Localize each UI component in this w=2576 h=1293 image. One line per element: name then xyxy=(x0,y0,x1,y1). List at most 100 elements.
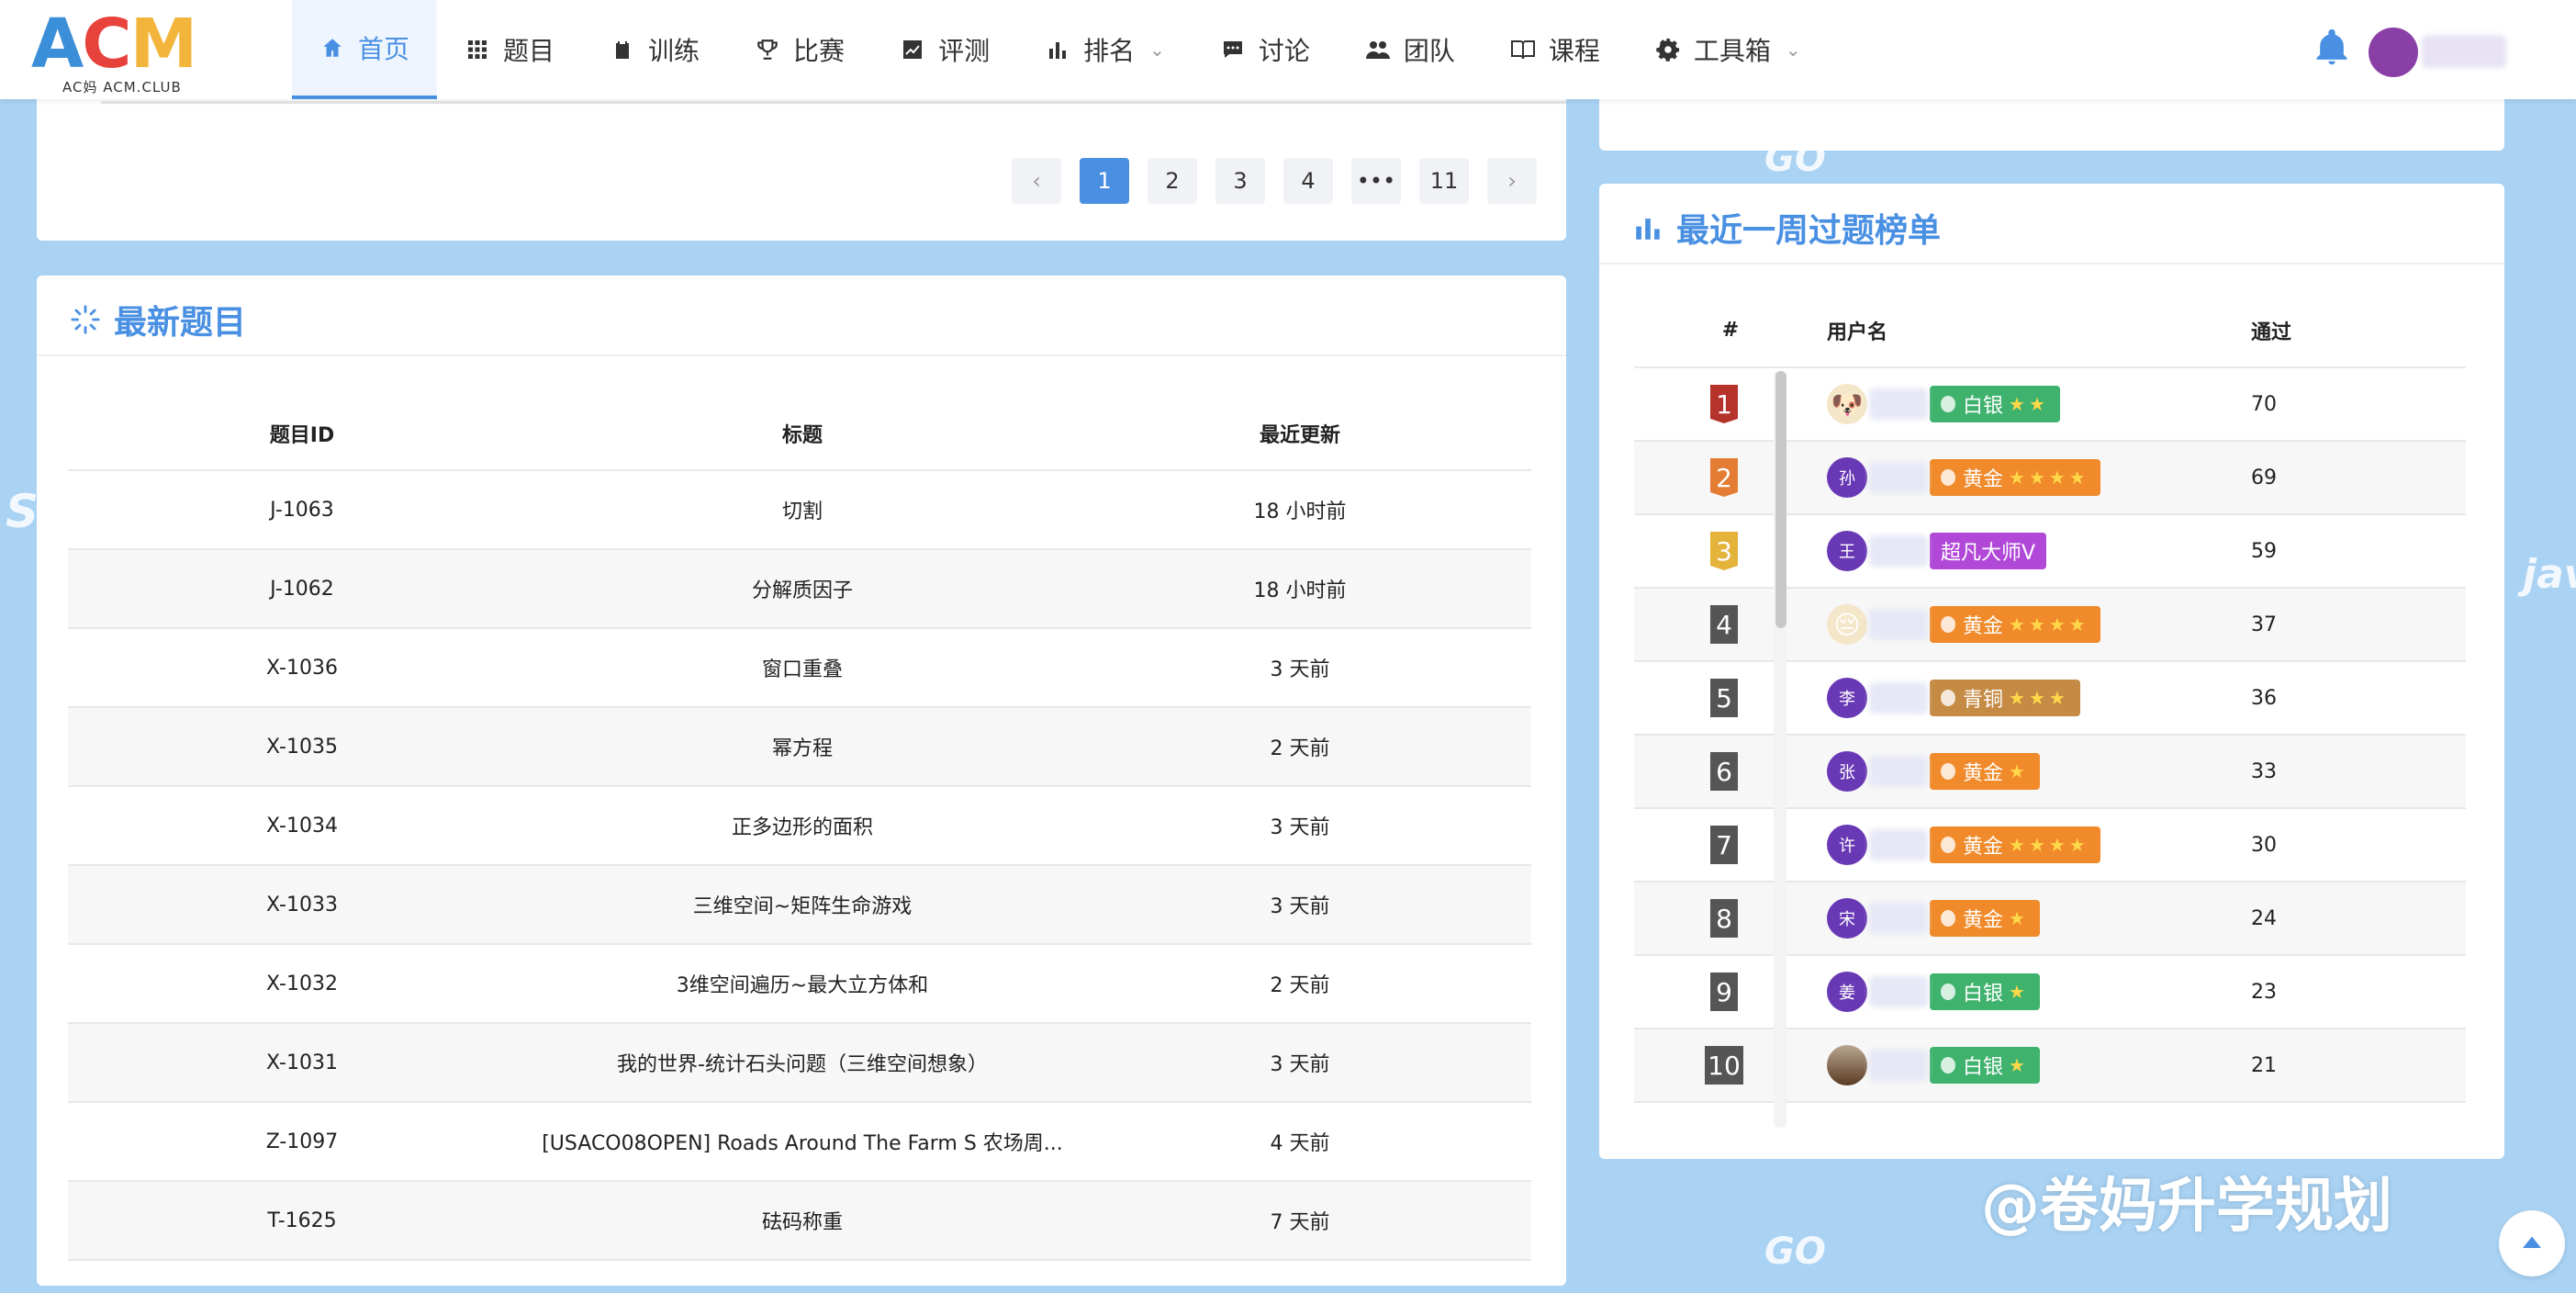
page-button[interactable]: 3 xyxy=(1215,158,1265,204)
star-icon: ★★ xyxy=(2009,393,2049,415)
back-to-top-button[interactable] xyxy=(2499,1210,2565,1276)
gear-icon xyxy=(1655,37,1681,62)
logo[interactable]: ACM AC妈 ACM.CLUB xyxy=(31,7,215,96)
nav-item-3[interactable]: 比赛 xyxy=(727,0,872,99)
username-redacted xyxy=(1869,535,1928,567)
nav-item-8[interactable]: 课程 xyxy=(1483,0,1628,99)
username-cell[interactable]: 王 超凡大师Ⅴ xyxy=(1814,514,2251,589)
username-cell[interactable]: 姜 白银 ★ xyxy=(1814,955,2251,1029)
page-button[interactable]: 4 xyxy=(1283,158,1333,204)
user-avatar[interactable] xyxy=(2369,28,2418,77)
problem-title[interactable]: 3维空间遍历~最大立方体和 xyxy=(536,944,1069,1024)
table-row[interactable]: X-1032 3维空间遍历~最大立方体和 2 天前 xyxy=(68,944,1531,1024)
problem-id: J-1062 xyxy=(68,549,536,629)
scrollbar-thumb[interactable] xyxy=(1775,371,1786,628)
table-row[interactable]: 8 宋 黄金 ★ 24 xyxy=(1634,882,2466,956)
problem-title[interactable]: 砝码称重 xyxy=(536,1181,1069,1261)
table-row[interactable]: 4 😔 黄金 ★★★★ 37 xyxy=(1634,588,2466,662)
column-header-updated: 最近更新 xyxy=(1069,397,1531,471)
username-redacted xyxy=(1869,976,1928,1007)
spinner-icon xyxy=(71,305,100,334)
problem-title[interactable]: 切割 xyxy=(536,470,1069,550)
problem-title[interactable]: 我的世界-统计石头问题（三维空间想象） xyxy=(536,1023,1069,1103)
rank-badge: 白银 ★★ xyxy=(1930,386,2060,422)
prev-page-button[interactable]: ‹ xyxy=(1012,158,1061,204)
problem-title[interactable]: 分解质因子 xyxy=(536,549,1069,629)
table-row[interactable]: 7 许 黄金 ★★★★ 30 xyxy=(1634,808,2466,883)
star-icon: ★ xyxy=(2009,1054,2029,1076)
table-row[interactable]: X-1031 我的世界-统计石头问题（三维空间想象） 3 天前 xyxy=(68,1023,1531,1103)
problem-title[interactable]: 正多边形的面积 xyxy=(536,786,1069,866)
table-row[interactable]: 10 白银 ★ 21 xyxy=(1634,1029,2466,1103)
problem-title[interactable]: 幂方程 xyxy=(536,707,1069,787)
nav-item-0[interactable]: 首页 xyxy=(292,0,438,99)
table-row[interactable]: X-1036 窗口重叠 3 天前 xyxy=(68,628,1531,708)
rank-number: 4 xyxy=(1710,605,1738,644)
table-row[interactable]: 6 张 黄金 ★ 33 xyxy=(1634,735,2466,809)
username-cell[interactable]: 白银 ★ xyxy=(1814,1029,2251,1103)
nav-item-1[interactable]: 题目 xyxy=(437,0,582,99)
problem-id: T-1625 xyxy=(68,1181,536,1261)
nav-item-label: 首页 xyxy=(358,34,410,64)
table-row[interactable]: T-1625 砝码称重 7 天前 xyxy=(68,1181,1531,1261)
page-button[interactable]: 11 xyxy=(1419,158,1469,204)
username-cell[interactable]: 许 黄金 ★★★★ xyxy=(1814,808,2251,883)
nav-item-label: 课程 xyxy=(1548,36,1600,66)
nav-item-5[interactable]: 排名 ⌄ xyxy=(1017,0,1193,99)
username-cell[interactable]: 张 黄金 ★ xyxy=(1814,735,2251,809)
username-cell[interactable]: 李 青铜 ★★★ xyxy=(1814,661,2251,736)
page-button[interactable]: 2 xyxy=(1148,158,1197,204)
medal-icon xyxy=(1941,984,1955,1000)
table-row[interactable]: J-1063 切割 18 小时前 xyxy=(68,470,1531,550)
page-button[interactable]: ••• xyxy=(1351,158,1401,204)
table-row[interactable]: 3 王 超凡大师Ⅴ 59 xyxy=(1634,514,2466,589)
weekly-ranking-table: # 用户名 通过 1 🐶 白银 ★★ 70 2 孙黄金 ★★★★ 69 3 王超凡大师Ⅴ 59 4 😔 黄金… xyxy=(1634,294,2466,1103)
passed-count: 37 xyxy=(2251,588,2466,662)
page-button[interactable]: 1 xyxy=(1080,158,1129,204)
table-row[interactable]: 2 孙 黄金 ★★★★ 69 xyxy=(1634,441,2466,515)
latest-problems-panel: 最新题目 题目ID 标题 最近更新 J-1063 切割 18 小时前 J-1062 分解… xyxy=(37,275,1566,1286)
bar-chart-icon xyxy=(1045,37,1070,62)
problem-title[interactable]: 三维空间~矩阵生命游戏 xyxy=(536,865,1069,945)
table-row[interactable]: 1 🐶 白银 ★★ 70 xyxy=(1634,367,2466,442)
badge-label: 超凡大师Ⅴ xyxy=(1941,542,2036,565)
nav-item-label: 团队 xyxy=(1403,36,1455,66)
passed-count: 33 xyxy=(2251,735,2466,809)
passed-count: 69 xyxy=(2251,441,2466,515)
username-redacted xyxy=(1869,609,1928,640)
username-cell[interactable]: 孙 黄金 ★★★★ xyxy=(1814,441,2251,515)
table-row[interactable]: X-1034 正多边形的面积 3 天前 xyxy=(68,786,1531,866)
username-cell[interactable]: 🐶 白银 ★★ xyxy=(1814,367,2251,442)
table-row[interactable]: X-1035 幂方程 2 天前 xyxy=(68,707,1531,787)
column-header-username: 用户名 xyxy=(1814,294,2251,368)
table-row[interactable]: Z-1097 [USACO08OPEN] Roads Around The Far… xyxy=(68,1102,1531,1182)
problem-title[interactable]: [USACO08OPEN] Roads Around The Farm S 农场… xyxy=(536,1102,1069,1182)
rank-cell: 10 xyxy=(1634,1029,1814,1103)
problem-updated: 3 天前 xyxy=(1069,865,1531,945)
table-row[interactable]: 9 姜 白银 ★ 23 xyxy=(1634,955,2466,1029)
rank-cell: 2 xyxy=(1634,441,1814,515)
table-row[interactable]: J-1062 分解质因子 18 小时前 xyxy=(68,549,1531,629)
table-row[interactable]: 5 李 青铜 ★★★ 36 xyxy=(1634,661,2466,736)
bell-icon[interactable] xyxy=(2312,28,2352,68)
passed-count: 24 xyxy=(2251,882,2466,956)
rank-badge: 青铜 ★★★ xyxy=(1930,680,2080,716)
table-row[interactable]: X-1033 三维空间~矩阵生命游戏 3 天前 xyxy=(68,865,1531,945)
nav-item-9[interactable]: 工具箱 ⌄ xyxy=(1628,0,1829,99)
next-page-button[interactable]: › xyxy=(1487,158,1537,204)
pagination: ‹ 1 2 3 4 ••• 11 › xyxy=(1012,158,1537,204)
problem-updated: 2 天前 xyxy=(1069,944,1531,1024)
arrow-up-icon xyxy=(2523,1236,2541,1248)
nav-item-4[interactable]: 评测 xyxy=(872,0,1017,99)
avatar xyxy=(1827,1045,1867,1085)
nav-item-6[interactable]: 讨论 xyxy=(1193,0,1338,99)
problem-title[interactable]: 窗口重叠 xyxy=(536,628,1069,708)
column-header-passed: 通过 xyxy=(2251,294,2466,368)
nav-item-7[interactable]: 团队 xyxy=(1338,0,1483,99)
username-menu[interactable] xyxy=(2422,35,2506,68)
passed-count: 59 xyxy=(2251,514,2466,589)
nav-item-2[interactable]: 训练 xyxy=(582,0,727,99)
username-cell[interactable]: 宋 黄金 ★ xyxy=(1814,882,2251,956)
username-cell[interactable]: 😔 黄金 ★★★★ xyxy=(1814,588,2251,662)
problem-updated: 3 天前 xyxy=(1069,1023,1531,1103)
